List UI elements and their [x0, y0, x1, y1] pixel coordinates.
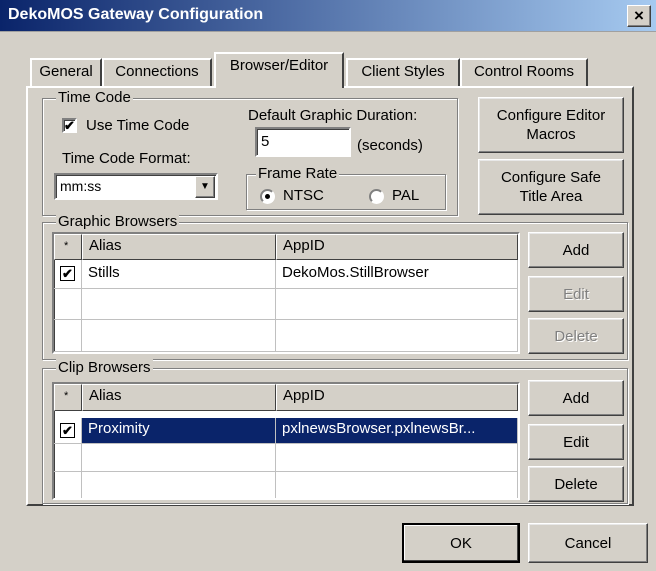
button-label: Delete — [554, 475, 598, 493]
graphic-browsers-legend: Graphic Browsers — [56, 213, 180, 230]
chevron-down-icon[interactable]: ▼ — [195, 176, 215, 198]
col-header-alias[interactable]: Alias — [82, 384, 276, 411]
table-row-checkbox-cell[interactable]: ✔ — [54, 418, 82, 444]
table-row-empty[interactable] — [276, 320, 518, 352]
close-icon: × — [634, 6, 644, 25]
table-row-empty[interactable] — [54, 472, 82, 498]
button-label: Configure Safe Title Area — [500, 169, 602, 205]
table-row-empty[interactable] — [276, 444, 518, 472]
tab-label: Browser/Editor — [229, 57, 329, 74]
check-icon: ✔ — [64, 118, 75, 133]
tab-label: Control Rooms — [473, 63, 575, 80]
button-label: Add — [562, 389, 590, 407]
default-duration-value: 5 — [261, 133, 270, 150]
col-header-star[interactable]: * — [54, 234, 82, 260]
close-button[interactable]: × — [627, 5, 651, 27]
table-row-empty[interactable] — [82, 472, 276, 498]
clip-edit-button[interactable]: Edit — [528, 424, 624, 460]
frame-rate-legend: Frame Rate — [256, 165, 340, 182]
tab-browser-editor[interactable]: Browser/Editor — [214, 52, 344, 88]
col-header-appid[interactable]: AppID — [276, 384, 518, 411]
clip-browsers-grid[interactable]: * Alias AppID ✔ Proximity pxlnewsBrowser… — [52, 382, 520, 500]
ntsc-label: NTSC — [283, 187, 324, 204]
button-label: Edit — [563, 285, 589, 303]
tab-label: Client Styles — [361, 63, 445, 80]
table-row-empty[interactable] — [276, 289, 518, 320]
button-label: Edit — [563, 433, 589, 451]
use-time-code-checkbox[interactable]: ✔ — [62, 118, 77, 133]
col-header-star[interactable]: * — [54, 384, 82, 411]
title-bar[interactable]: DekoMOS Gateway Configuration × — [0, 0, 656, 32]
table-cell-alias[interactable]: Stills — [82, 260, 276, 289]
table-cell-alias[interactable]: Proximity — [82, 418, 276, 444]
time-code-format-select[interactable]: mm:ss ▼ — [54, 173, 218, 200]
button-label: Add — [562, 241, 590, 259]
pal-radio[interactable] — [369, 189, 384, 204]
configure-safe-title-button[interactable]: Configure Safe Title Area — [478, 159, 624, 215]
window-title: DekoMOS Gateway Configuration — [8, 6, 264, 23]
time-code-legend: Time Code — [56, 89, 133, 106]
clip-add-button[interactable]: Add — [528, 380, 624, 416]
table-row-empty[interactable] — [82, 320, 276, 352]
table-row-checkbox-cell[interactable]: ✔ — [54, 260, 82, 289]
table-cell-appid[interactable]: DekoMos.StillBrowser — [276, 260, 518, 289]
tab-client-styles[interactable]: Client Styles — [346, 58, 460, 86]
tab-general[interactable]: General — [30, 58, 102, 86]
graphic-browsers-grid[interactable]: * Alias AppID ✔ Stills DekoMos.StillBrow… — [52, 232, 520, 354]
button-label: Cancel — [564, 534, 612, 552]
graphic-edit-button[interactable]: Edit — [528, 276, 624, 312]
table-row-empty[interactable] — [54, 320, 82, 352]
table-row-empty[interactable] — [82, 289, 276, 320]
table-row-empty[interactable] — [54, 289, 82, 320]
table-row-empty[interactable] — [276, 472, 518, 498]
graphic-add-button[interactable]: Add — [528, 232, 624, 268]
tab-label: Connections — [115, 63, 199, 80]
default-duration-input[interactable]: 5 — [255, 127, 351, 157]
cancel-button[interactable]: Cancel — [528, 523, 648, 563]
time-code-format-value: mm:ss — [60, 178, 102, 194]
default-duration-label: Default Graphic Duration: — [248, 107, 418, 124]
configure-editor-macros-button[interactable]: Configure Editor Macros — [478, 97, 624, 153]
button-label: Configure Editor Macros — [496, 107, 606, 143]
clip-browsers-legend: Clip Browsers — [56, 359, 153, 376]
button-label: Delete — [554, 327, 598, 345]
tab-control-rooms[interactable]: Control Rooms — [460, 58, 588, 86]
check-icon: ✔ — [62, 266, 73, 281]
row-enabled-checkbox[interactable]: ✔ — [60, 266, 75, 281]
ok-button[interactable]: OK — [402, 523, 520, 563]
tab-connections[interactable]: Connections — [102, 58, 212, 86]
table-row-empty[interactable] — [82, 444, 276, 472]
radio-dot — [265, 194, 270, 199]
tab-label: General — [39, 63, 93, 80]
ntsc-radio[interactable] — [260, 189, 275, 204]
graphic-delete-button[interactable]: Delete — [528, 318, 624, 354]
row-enabled-checkbox[interactable]: ✔ — [60, 423, 75, 438]
table-row-empty[interactable] — [54, 444, 82, 472]
button-label: OK — [450, 534, 472, 552]
col-header-alias[interactable]: Alias — [82, 234, 276, 260]
clip-delete-button[interactable]: Delete — [528, 466, 624, 502]
use-time-code-label: Use Time Code — [86, 117, 190, 134]
duration-unit-label: (seconds) — [357, 137, 423, 154]
table-cell-appid[interactable]: pxlnewsBrowser.pxlnewsBr... — [276, 418, 518, 444]
time-code-format-label: Time Code Format: — [62, 150, 191, 167]
pal-label: PAL — [392, 187, 420, 204]
check-icon: ✔ — [62, 423, 73, 438]
col-header-appid[interactable]: AppID — [276, 234, 518, 260]
